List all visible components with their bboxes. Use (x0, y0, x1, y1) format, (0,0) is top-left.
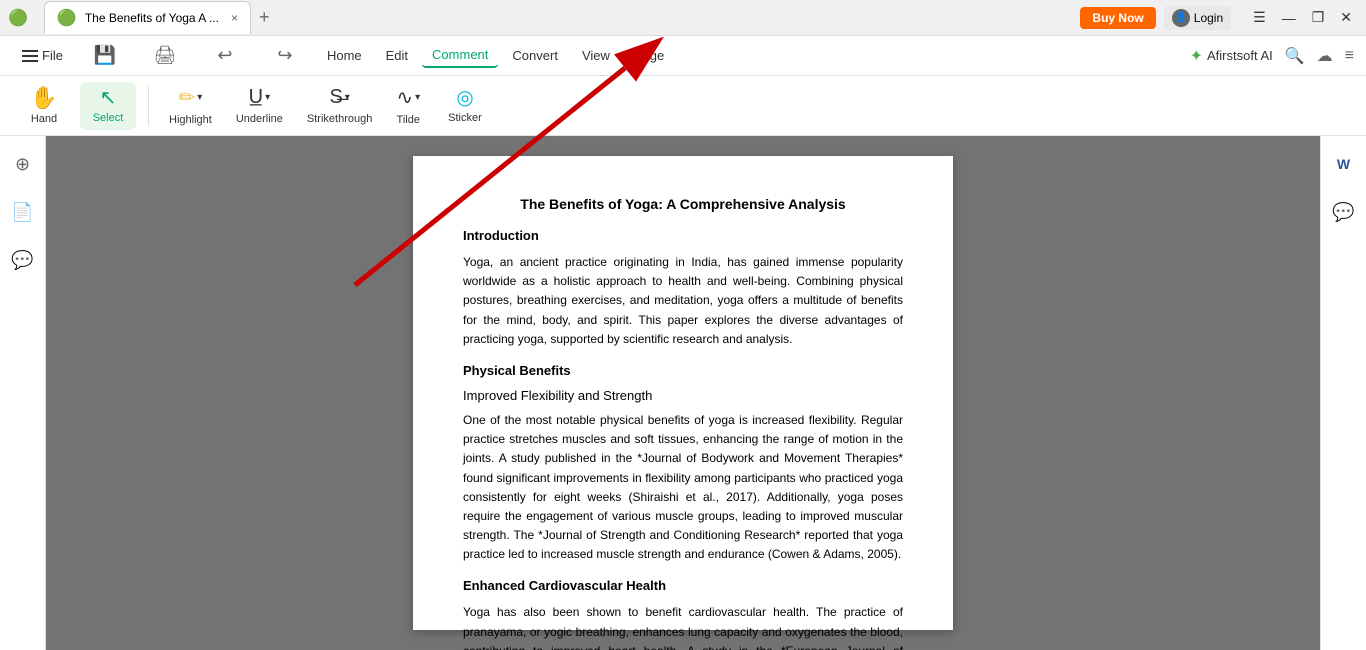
menu-home[interactable]: Home (317, 44, 372, 67)
pdf-page: The Benefits of Yoga: A Comprehensive An… (413, 156, 953, 630)
menu-save-icon[interactable]: 💾 (77, 39, 133, 72)
pdf-viewer[interactable]: The Benefits of Yoga: A Comprehensive An… (46, 136, 1320, 650)
pdf-physical-heading: Physical Benefits (463, 363, 903, 378)
sidebar-word-icon[interactable]: W (1328, 148, 1360, 180)
cloud-icon: ☁ (1317, 46, 1333, 66)
strikethrough-tool-button[interactable]: S̶ ▾ Strikethrough (299, 80, 380, 131)
select-icon: ↖ (100, 88, 117, 108)
sidebar-thumbnail-icon[interactable]: ⊕ (7, 148, 39, 180)
menu-comment[interactable]: Comment (422, 43, 498, 68)
toolbar: ✋ Hand ↖ Select ✏ ▾ Highlight U̲ ▾ Under… (0, 76, 1366, 136)
title-bar: 🟢 🟢 The Benefits of Yoga A ... × + Buy N… (0, 0, 1366, 36)
strikethrough-btn-row: S̶ ▾ (329, 86, 349, 109)
tilde-btn-row: ∿ ▾ (396, 85, 420, 110)
tab-pdf-icon: 🟢 (57, 8, 77, 28)
highlight-btn-row: ✏ ▾ (179, 85, 203, 110)
login-area[interactable]: 👤 Login (1164, 6, 1231, 30)
login-avatar: 👤 (1172, 9, 1190, 27)
left-sidebar: ⊕ 📄 💬 (0, 136, 46, 650)
buy-now-button[interactable]: Buy Now (1080, 7, 1155, 29)
pdf-physical-paragraph: One of the most notable physical benefit… (463, 411, 903, 565)
pdf-physical-subheading: Improved Flexibility and Strength (463, 388, 903, 403)
pdf-title: The Benefits of Yoga: A Comprehensive An… (463, 196, 903, 212)
minimize-button[interactable]: — (1276, 7, 1302, 28)
menu-convert[interactable]: Convert (502, 44, 568, 67)
sidebar-comment-icon[interactable]: 💬 (7, 244, 39, 276)
ai-button[interactable]: ✦ Afirstsoft AI (1190, 46, 1273, 66)
ai-star-icon: ✦ (1190, 46, 1203, 66)
menu-edit[interactable]: Edit (376, 44, 418, 67)
menu-undo-icon[interactable]: ↩ (197, 39, 253, 72)
login-label: Login (1194, 11, 1223, 25)
tab-area: 🟢 The Benefits of Yoga A ... × + (44, 1, 278, 34)
menu-print-icon[interactable]: 🖨 (137, 39, 193, 72)
select-tool-button[interactable]: ↖ Select (80, 82, 136, 130)
hand-icon: ✋ (30, 87, 57, 109)
pdf-cardio-heading: Enhanced Cardiovascular Health (463, 578, 903, 593)
right-sidebar: W 💬 (1320, 136, 1366, 650)
highlight-tool-button[interactable]: ✏ ▾ Highlight (161, 79, 220, 132)
sidebar-page-icon[interactable]: 📄 (7, 196, 39, 228)
menu-page[interactable]: Page (624, 44, 674, 67)
menu-more-button[interactable]: ≡ (1345, 47, 1354, 65)
app-logo: 🟢 (8, 8, 28, 28)
sticker-icon: ◎ (456, 88, 473, 108)
active-tab[interactable]: 🟢 The Benefits of Yoga A ... × (44, 1, 251, 34)
tilde-tool-button[interactable]: ∿ ▾ Tilde (388, 79, 428, 132)
maximize-button[interactable]: ❐ (1306, 7, 1331, 28)
sidebar-right-comment-icon[interactable]: 💬 (1328, 196, 1360, 228)
menu-file[interactable]: File (12, 44, 73, 67)
strikethrough-icon: S̶ (329, 86, 342, 109)
tilde-icon: ∿ (396, 85, 413, 110)
title-bar-left: 🟢 🟢 The Benefits of Yoga A ... × + (8, 1, 277, 34)
tab-title: The Benefits of Yoga A ... (85, 11, 219, 25)
pdf-intro-paragraph: Yoga, an ancient practice originating in… (463, 253, 903, 349)
search-button[interactable]: 🔍 (1285, 46, 1305, 66)
new-tab-button[interactable]: + (251, 7, 278, 28)
menu-redo-icon[interactable]: ↪ (257, 39, 313, 72)
main-content: ⊕ 📄 💬 The Benefits of Yoga: A Comprehens… (0, 136, 1366, 650)
menu-bar: File 💾 🖨 ↩ ↪ Home Edit Comment Convert V… (0, 36, 1366, 76)
pdf-intro-heading: Introduction (463, 228, 903, 243)
ai-label: Afirstsoft AI (1207, 48, 1273, 63)
underline-icon: U̲ (249, 86, 263, 109)
hamburger-menu-button[interactable]: ☰ (1247, 7, 1272, 28)
window-controls: ☰ — ❐ ✕ (1247, 7, 1358, 28)
sticker-tool-button[interactable]: ◎ Sticker (436, 82, 494, 130)
menu-right: ✦ Afirstsoft AI 🔍 ☁ ≡ (1190, 46, 1354, 66)
title-bar-right: Buy Now 👤 Login ☰ — ❐ ✕ (1080, 6, 1358, 30)
pdf-cardio-paragraph: Yoga has also been shown to benefit card… (463, 603, 903, 650)
hand-tool-button[interactable]: ✋ Hand (16, 81, 72, 131)
menu-view[interactable]: View (572, 44, 620, 67)
highlight-icon: ✏ (179, 85, 196, 110)
underline-tool-button[interactable]: U̲ ▾ Underline (228, 80, 291, 131)
hamburger-icon (22, 50, 38, 62)
tab-close-button[interactable]: × (231, 11, 238, 25)
underline-btn-row: U̲ ▾ (249, 86, 270, 109)
toolbar-separator-1 (148, 86, 149, 126)
close-button[interactable]: ✕ (1334, 7, 1358, 28)
